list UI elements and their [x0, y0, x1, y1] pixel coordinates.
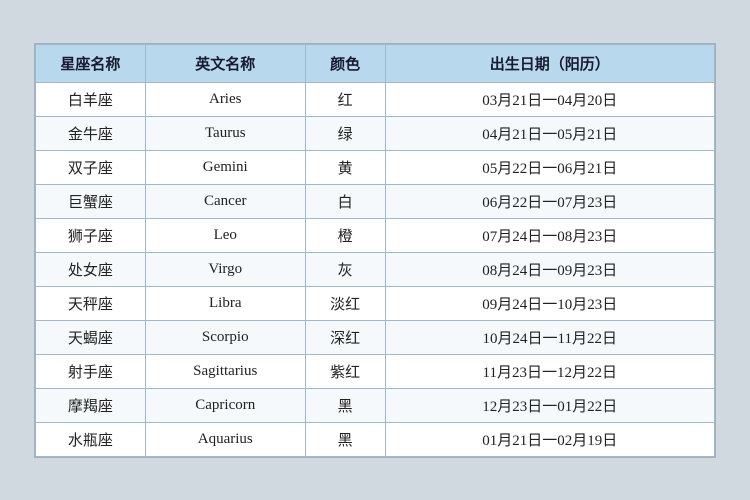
cell-en: Scorpio — [145, 320, 305, 354]
cell-zh: 处女座 — [36, 252, 146, 286]
cell-zh: 水瓶座 — [36, 422, 146, 456]
header-en: 英文名称 — [145, 44, 305, 82]
cell-en: Aries — [145, 82, 305, 116]
cell-date: 10月24日一11月22日 — [385, 320, 714, 354]
cell-color: 紫红 — [305, 354, 385, 388]
cell-en: Taurus — [145, 116, 305, 150]
cell-zh: 摩羯座 — [36, 388, 146, 422]
table-row: 双子座Gemini黄05月22日一06月21日 — [36, 150, 715, 184]
cell-color: 红 — [305, 82, 385, 116]
cell-date: 08月24日一09月23日 — [385, 252, 714, 286]
cell-date: 01月21日一02月19日 — [385, 422, 714, 456]
cell-zh: 射手座 — [36, 354, 146, 388]
cell-zh: 狮子座 — [36, 218, 146, 252]
cell-en: Gemini — [145, 150, 305, 184]
cell-zh: 天蝎座 — [36, 320, 146, 354]
table-row: 天蝎座Scorpio深红10月24日一11月22日 — [36, 320, 715, 354]
table-row: 巨蟹座Cancer白06月22日一07月23日 — [36, 184, 715, 218]
table-row: 水瓶座Aquarius黑01月21日一02月19日 — [36, 422, 715, 456]
header-color: 颜色 — [305, 44, 385, 82]
table-row: 射手座Sagittarius紫红11月23日一12月22日 — [36, 354, 715, 388]
table-row: 处女座Virgo灰08月24日一09月23日 — [36, 252, 715, 286]
cell-date: 12月23日一01月22日 — [385, 388, 714, 422]
cell-color: 黑 — [305, 388, 385, 422]
cell-color: 黄 — [305, 150, 385, 184]
cell-color: 淡红 — [305, 286, 385, 320]
cell-en: Sagittarius — [145, 354, 305, 388]
cell-en: Capricorn — [145, 388, 305, 422]
table-row: 金牛座Taurus绿04月21日一05月21日 — [36, 116, 715, 150]
cell-en: Cancer — [145, 184, 305, 218]
cell-zh: 金牛座 — [36, 116, 146, 150]
table-header-row: 星座名称 英文名称 颜色 出生日期（阳历） — [36, 44, 715, 82]
table-row: 狮子座Leo橙07月24日一08月23日 — [36, 218, 715, 252]
zodiac-table: 星座名称 英文名称 颜色 出生日期（阳历） 白羊座Aries红03月21日一04… — [35, 44, 715, 457]
cell-color: 深红 — [305, 320, 385, 354]
cell-date: 09月24日一10月23日 — [385, 286, 714, 320]
cell-zh: 巨蟹座 — [36, 184, 146, 218]
header-date: 出生日期（阳历） — [385, 44, 714, 82]
cell-zh: 白羊座 — [36, 82, 146, 116]
cell-zh: 双子座 — [36, 150, 146, 184]
cell-color: 橙 — [305, 218, 385, 252]
cell-date: 05月22日一06月21日 — [385, 150, 714, 184]
table-row: 天秤座Libra淡红09月24日一10月23日 — [36, 286, 715, 320]
cell-date: 06月22日一07月23日 — [385, 184, 714, 218]
header-zh: 星座名称 — [36, 44, 146, 82]
cell-date: 03月21日一04月20日 — [385, 82, 714, 116]
cell-en: Virgo — [145, 252, 305, 286]
table-body: 白羊座Aries红03月21日一04月20日金牛座Taurus绿04月21日一0… — [36, 82, 715, 456]
cell-zh: 天秤座 — [36, 286, 146, 320]
cell-en: Aquarius — [145, 422, 305, 456]
cell-color: 白 — [305, 184, 385, 218]
cell-date: 04月21日一05月21日 — [385, 116, 714, 150]
cell-color: 灰 — [305, 252, 385, 286]
cell-date: 11月23日一12月22日 — [385, 354, 714, 388]
table-row: 白羊座Aries红03月21日一04月20日 — [36, 82, 715, 116]
cell-color: 绿 — [305, 116, 385, 150]
cell-color: 黑 — [305, 422, 385, 456]
cell-date: 07月24日一08月23日 — [385, 218, 714, 252]
cell-en: Leo — [145, 218, 305, 252]
table-row: 摩羯座Capricorn黑12月23日一01月22日 — [36, 388, 715, 422]
cell-en: Libra — [145, 286, 305, 320]
zodiac-table-container: 星座名称 英文名称 颜色 出生日期（阳历） 白羊座Aries红03月21日一04… — [34, 43, 716, 458]
